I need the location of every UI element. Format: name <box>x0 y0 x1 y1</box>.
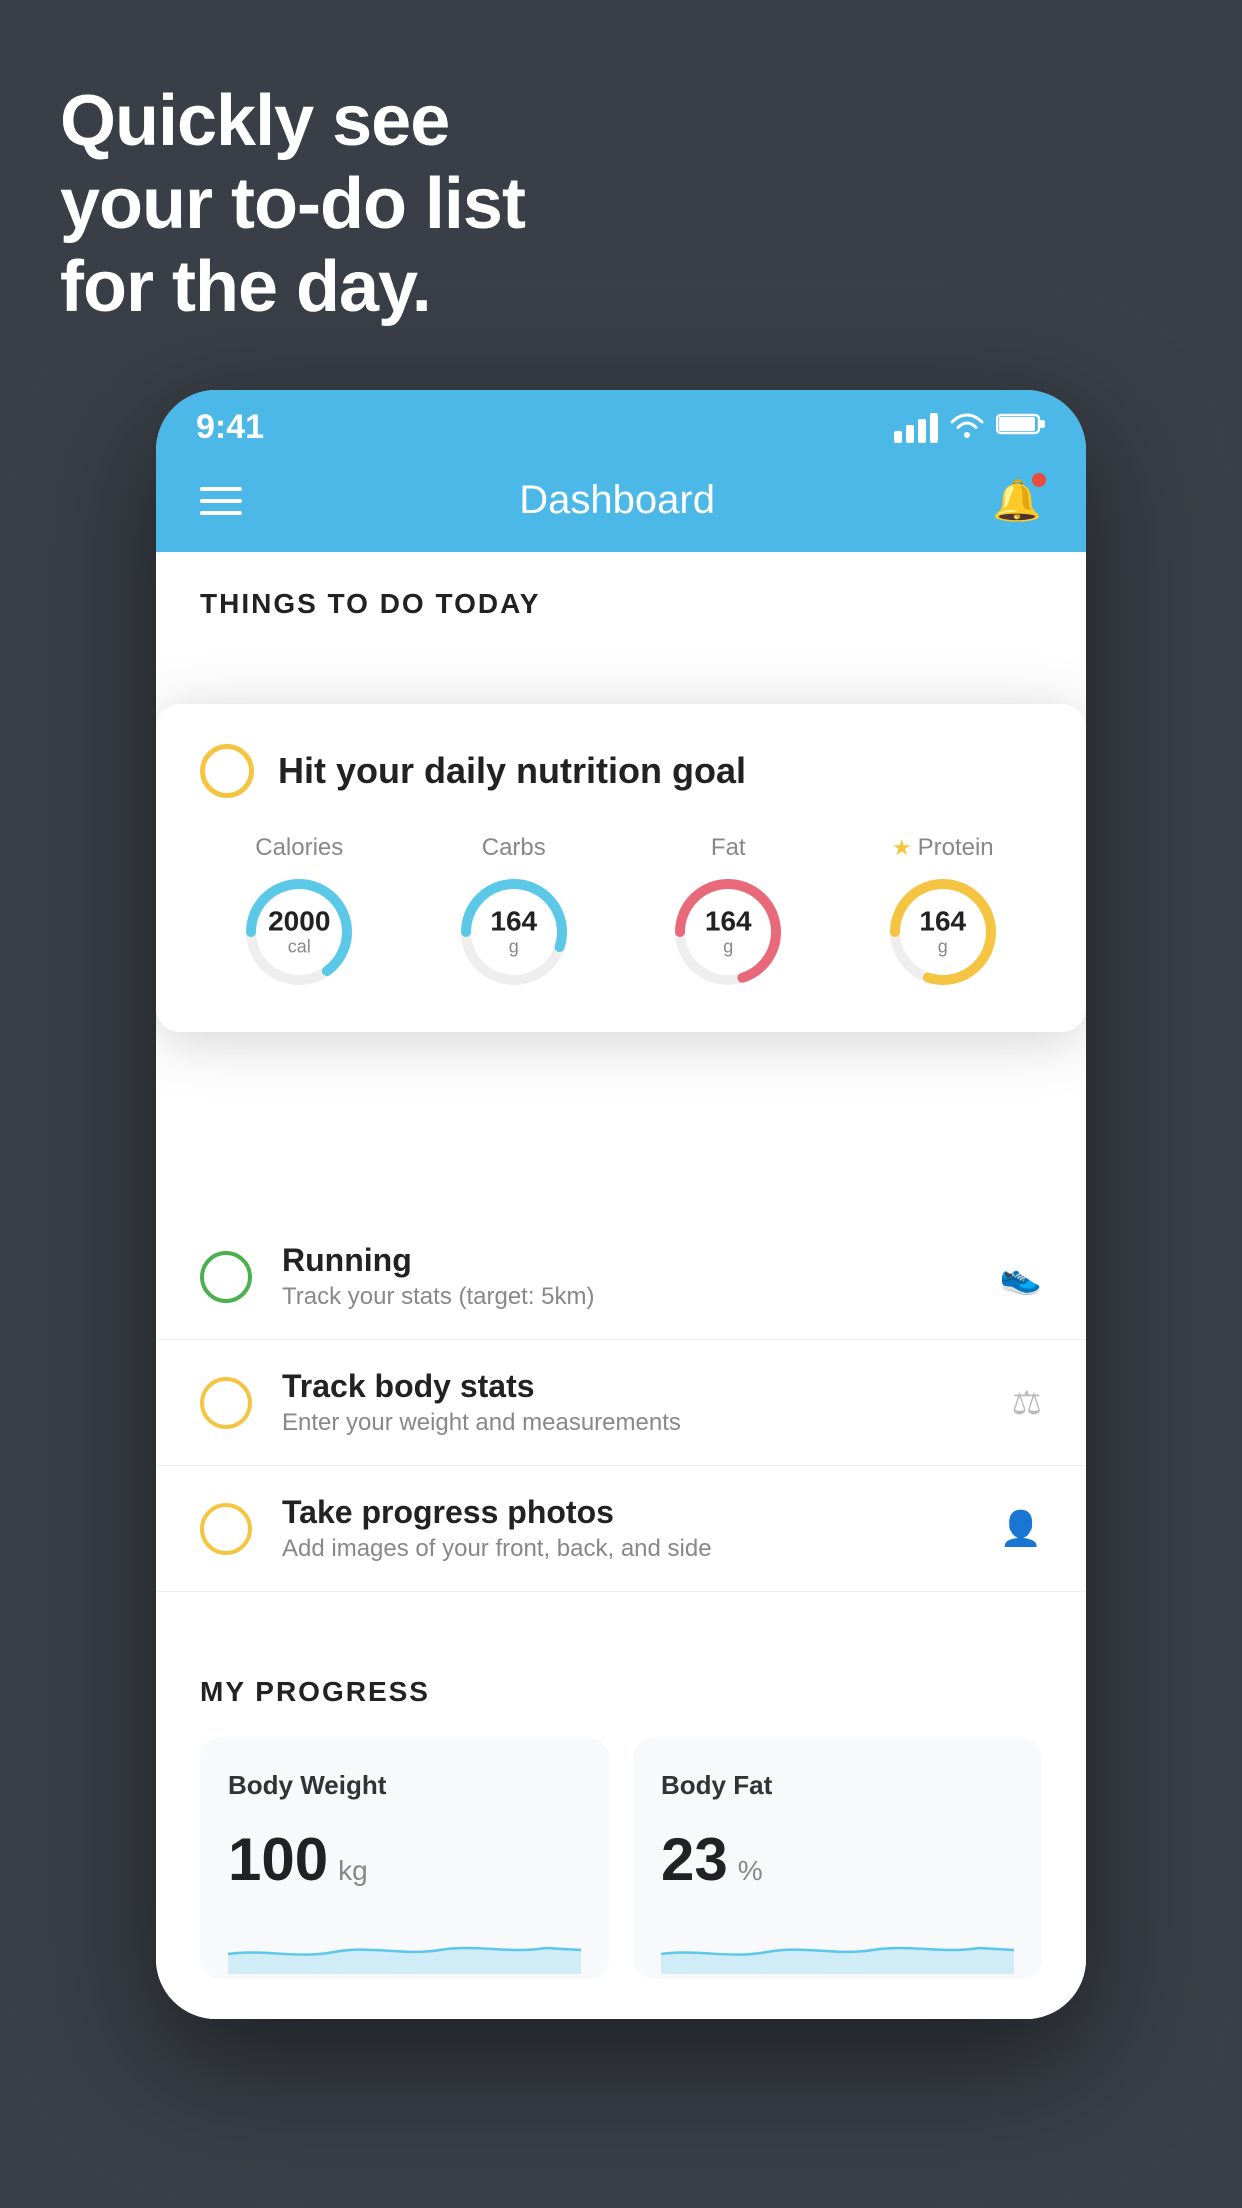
progress-card-unit: % <box>738 1855 763 1887</box>
list-item-circle <box>200 1251 252 1303</box>
progress-cards: Body Weight 100 kg Body Fat 23 % <box>200 1738 1042 1979</box>
list-item-icon: 👟 <box>1000 1257 1042 1297</box>
list-item-subtitle: Enter your weight and measurements <box>282 1409 982 1437</box>
nutrition-row: Calories 2000 cal Carbs 164 g Fat 164 g … <box>200 834 1042 992</box>
things-to-do-section: THINGS TO DO TODAY <box>156 552 1086 644</box>
status-bar: 9:41 <box>156 390 1086 457</box>
nav-bar: Dashboard 🔔 <box>156 457 1086 552</box>
progress-section: MY PROGRESS Body Weight 100 kg Body Fat … <box>156 1632 1086 1979</box>
donut-chart: 164 g <box>883 872 1003 992</box>
nutrition-label-row: Calories <box>255 834 343 862</box>
wifi-icon <box>950 410 984 445</box>
nutrition-item: Carbs 164 g <box>454 834 574 992</box>
list-item-circle <box>200 1503 252 1555</box>
progress-title: MY PROGRESS <box>200 1676 1042 1708</box>
phone-body: THINGS TO DO TODAY Hit your daily nutrit… <box>156 552 1086 2019</box>
phone-bottom <box>156 1979 1086 2019</box>
status-icons <box>894 410 1046 445</box>
donut-chart: 2000 cal <box>239 872 359 992</box>
progress-card-value: 100 kg <box>228 1825 581 1894</box>
progress-card[interactable]: Body Fat 23 % <box>633 1738 1042 1979</box>
bell-icon[interactable]: 🔔 <box>992 477 1042 524</box>
list-item-circle <box>200 1377 252 1429</box>
nutrition-status-circle <box>200 744 254 798</box>
progress-card-number: 100 <box>228 1825 328 1894</box>
donut-chart: 164 g <box>454 872 574 992</box>
list-item-icon: 👤 <box>1000 1509 1042 1549</box>
progress-card-unit: kg <box>338 1855 368 1887</box>
list-item-subtitle: Add images of your front, back, and side <box>282 1535 970 1563</box>
floating-card-wrapper: Hit your daily nutrition goal Calories 2… <box>156 644 1086 984</box>
progress-card-number: 23 <box>661 1825 728 1894</box>
progress-card-value: 23 % <box>661 1825 1014 1894</box>
hero-line2: your to-do list <box>60 163 525 246</box>
list-item-content: Running Track your stats (target: 5km) <box>282 1242 970 1311</box>
list-item-content: Take progress photos Add images of your … <box>282 1494 970 1563</box>
list-item-title: Track body stats <box>282 1368 982 1405</box>
donut-chart: 164 g <box>668 872 788 992</box>
nutrition-item: Fat 164 g <box>668 834 788 992</box>
phone-frame: 9:41 <box>156 390 1086 2019</box>
hamburger-menu[interactable] <box>200 487 242 515</box>
hero-line1: Quickly see <box>60 80 525 163</box>
nav-title: Dashboard <box>519 478 715 523</box>
nutrition-card-header: Hit your daily nutrition goal <box>200 744 1042 798</box>
nutrition-label-row: Fat <box>711 834 746 862</box>
nutrition-label-text: Fat <box>711 834 746 862</box>
nutrition-label-row: Carbs <box>482 834 546 862</box>
list-item[interactable]: Track body stats Enter your weight and m… <box>156 1340 1086 1466</box>
nutrition-card-title: Hit your daily nutrition goal <box>278 750 746 792</box>
progress-card-title: Body Fat <box>661 1770 1014 1801</box>
signal-bars-icon <box>894 413 938 443</box>
hero-text: Quickly see your to-do list for the day. <box>60 80 525 328</box>
hero-line3: for the day. <box>60 246 525 329</box>
nutrition-item: Calories 2000 cal <box>239 834 359 992</box>
list-item-title: Take progress photos <box>282 1494 970 1531</box>
list-items-area: Running Track your stats (target: 5km) 👟… <box>156 984 1086 1592</box>
nutrition-card: Hit your daily nutrition goal Calories 2… <box>156 704 1086 1032</box>
list-item-title: Running <box>282 1242 970 1279</box>
progress-mini-chart <box>661 1914 1014 1974</box>
nutrition-label-text: Protein <box>918 834 994 862</box>
nutrition-label-row: ★Protein <box>892 834 994 862</box>
list-item-content: Track body stats Enter your weight and m… <box>282 1368 982 1437</box>
nutrition-label-text: Carbs <box>482 834 546 862</box>
star-icon: ★ <box>892 835 912 861</box>
list-item-icon: ⚖ <box>1012 1383 1042 1423</box>
progress-mini-chart <box>228 1914 581 1974</box>
bell-notification-dot <box>1032 473 1046 487</box>
progress-card-title: Body Weight <box>228 1770 581 1801</box>
things-to-do-title: THINGS TO DO TODAY <box>200 588 540 619</box>
list-item-subtitle: Track your stats (target: 5km) <box>282 1283 970 1311</box>
list-item[interactable]: Take progress photos Add images of your … <box>156 1466 1086 1592</box>
nutrition-item: ★Protein 164 g <box>883 834 1003 992</box>
list-item[interactable]: Running Track your stats (target: 5km) 👟 <box>156 1214 1086 1340</box>
nutrition-label-text: Calories <box>255 834 343 862</box>
progress-card[interactable]: Body Weight 100 kg <box>200 1738 609 1979</box>
status-time: 9:41 <box>196 408 264 447</box>
battery-icon <box>996 411 1046 444</box>
